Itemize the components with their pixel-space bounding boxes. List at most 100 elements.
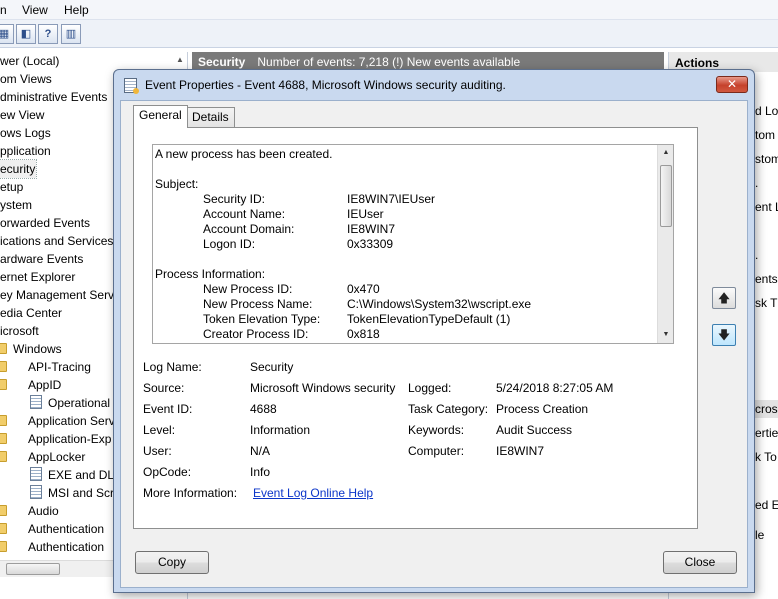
action-item[interactable]: stom	[755, 152, 778, 166]
message-value: C:\Windows\System32\wscript.exe	[347, 297, 532, 311]
message-value: 0x470	[347, 282, 380, 296]
tree-item-system[interactable]: ystem	[0, 196, 32, 214]
action-item[interactable]: tom	[755, 128, 775, 142]
tree-item-label: Operational	[48, 396, 111, 410]
tab-details[interactable]: Details	[186, 107, 235, 127]
action-item[interactable]: ents	[755, 272, 778, 286]
message-label: Token Elevation Type:	[203, 312, 321, 326]
tree-item-application-server[interactable]: Application Serv	[0, 412, 115, 430]
tree-item-windows-logs[interactable]: ows Logs	[0, 124, 51, 142]
action-item[interactable]: ed E	[755, 498, 778, 512]
console-tree-icon[interactable]: ▦	[0, 24, 14, 44]
event-description-box[interactable]: A new process has been created. Subject:…	[152, 144, 674, 344]
close-button[interactable]: Close	[663, 551, 737, 574]
dialog-title: Event Properties - Event 4688, Microsoft…	[145, 78, 506, 92]
copy-button[interactable]: Copy	[135, 551, 209, 574]
tree-item-setup[interactable]: etup	[0, 178, 23, 196]
tree-item-hardware-events[interactable]: ardware Events	[0, 250, 83, 268]
tree-item-root[interactable]: wer (Local)	[0, 52, 59, 70]
action-item[interactable]: ertie	[755, 426, 778, 440]
event-log-online-help-link[interactable]: Event Log Online Help	[253, 486, 373, 500]
tree-item-windows[interactable]: Windows	[0, 340, 62, 358]
message-value: IEUser	[347, 207, 384, 221]
tree-item-api-tracing[interactable]: API-Tracing	[0, 358, 91, 376]
tree-item-operational[interactable]: Operational	[30, 394, 110, 412]
scroll-up-icon[interactable]: ▲	[658, 145, 673, 161]
action-section-label: croso	[755, 402, 778, 416]
user-label: User:	[143, 444, 172, 458]
description-scrollbar[interactable]: ▲ ▼	[657, 145, 673, 343]
logged-value: 5/24/2018 8:27:05 AM	[496, 381, 614, 395]
menu-help[interactable]: Help	[64, 3, 89, 17]
dialog-client-area: General Details A new process has been c…	[120, 100, 748, 588]
tree-item-exe-dll[interactable]: EXE and DLL	[30, 466, 121, 484]
tree-item-media-center[interactable]: edia Center	[0, 304, 62, 322]
message-label: Logon ID:	[203, 237, 256, 251]
event-log-icon	[124, 78, 139, 94]
tree-item-appid[interactable]: AppID	[0, 376, 61, 394]
tab-general[interactable]: General	[133, 105, 188, 128]
tree-scroll-up-icon[interactable]: ▲	[172, 52, 188, 68]
action-item[interactable]: .	[755, 176, 758, 190]
tree-item-application-experience[interactable]: Application-Exp	[0, 430, 111, 448]
message-value: 0x818	[347, 327, 380, 341]
tree-item-admin-events[interactable]: dministrative Events	[0, 88, 107, 106]
log-icon	[30, 395, 42, 409]
action-item[interactable]: d Lo	[755, 104, 778, 118]
folder-icon	[0, 415, 7, 426]
action-item[interactable]: .	[755, 248, 758, 262]
tree-item-forwarded-events[interactable]: orwarded Events	[0, 214, 90, 232]
tree-item-new-view[interactable]: ew View	[0, 106, 44, 124]
action-item[interactable]: ent L	[755, 200, 778, 214]
message-label: Security ID:	[203, 192, 266, 206]
action-item[interactable]: le	[755, 528, 764, 542]
toolbar: ▦ ◧ ? ▥	[0, 20, 778, 48]
scroll-down-icon[interactable]: ▼	[658, 327, 673, 343]
message-value: TokenElevationTypeDefault (1)	[347, 312, 511, 326]
scrollbar-thumb[interactable]	[6, 563, 60, 575]
close-icon[interactable]: ✕	[716, 76, 748, 93]
tree-item-label: Authentication	[28, 522, 105, 536]
tree-item-key-management[interactable]: ey Management Servi	[0, 286, 117, 304]
folder-icon	[0, 523, 7, 534]
tree-item-authentication[interactable]: Authentication	[0, 520, 104, 538]
menu-view[interactable]: View	[22, 3, 48, 17]
message-label: New Process Name:	[203, 297, 313, 311]
message-label: Account Name:	[203, 207, 286, 221]
tree-item-label: Windows	[13, 342, 62, 356]
folder-icon	[0, 361, 7, 372]
message-label: Account Domain:	[203, 222, 295, 236]
log-name-label: Log Name:	[143, 360, 202, 374]
keywords-label: Keywords:	[408, 423, 465, 437]
action-item[interactable]: sk T	[755, 296, 777, 310]
tree-item-microsoft[interactable]: icrosoft	[0, 322, 39, 340]
scrollbar-thumb[interactable]	[660, 165, 672, 227]
source-label: Source:	[143, 381, 185, 395]
next-event-button[interactable]: 🡇	[712, 324, 736, 346]
tree-item-audio[interactable]: Audio	[0, 502, 59, 520]
menu-action[interactable]: n	[0, 3, 7, 17]
action-pane-icon[interactable]: ▥	[61, 24, 81, 44]
action-item[interactable]: k To	[755, 450, 777, 464]
tree-item-authentication-2[interactable]: Authentication	[0, 538, 104, 556]
folder-icon	[0, 379, 7, 390]
event-id-value: 4688	[250, 402, 277, 416]
source-value: Microsoft Windows security	[250, 381, 396, 395]
message-label: New Process ID:	[203, 282, 293, 296]
previous-event-button[interactable]: 🡅	[712, 287, 736, 309]
tree-item-label: AppID	[28, 378, 62, 392]
menu-bar: n View Help	[0, 0, 778, 20]
tree-item-applocker[interactable]: AppLocker	[0, 448, 85, 466]
arrow-down-icon: 🡇	[717, 328, 731, 342]
dialog-titlebar[interactable]: Event Properties - Event 4688, Microsoft…	[114, 70, 754, 100]
opcode-value: Info	[250, 465, 271, 479]
tree-item-internet-explorer[interactable]: ernet Explorer	[0, 268, 75, 286]
tree-item-application[interactable]: pplication	[0, 142, 51, 160]
properties-icon[interactable]: ◧	[16, 24, 36, 44]
tree-item-msi-script[interactable]: MSI and Scri	[30, 484, 117, 502]
tree-item-security[interactable]: ecurity	[0, 159, 37, 179]
tree-item-apps-services[interactable]: ications and Services L	[0, 232, 123, 250]
tree-item-label: Audio	[28, 504, 59, 518]
tree-item-custom-views[interactable]: om Views	[0, 70, 52, 88]
help-icon[interactable]: ?	[38, 24, 58, 44]
